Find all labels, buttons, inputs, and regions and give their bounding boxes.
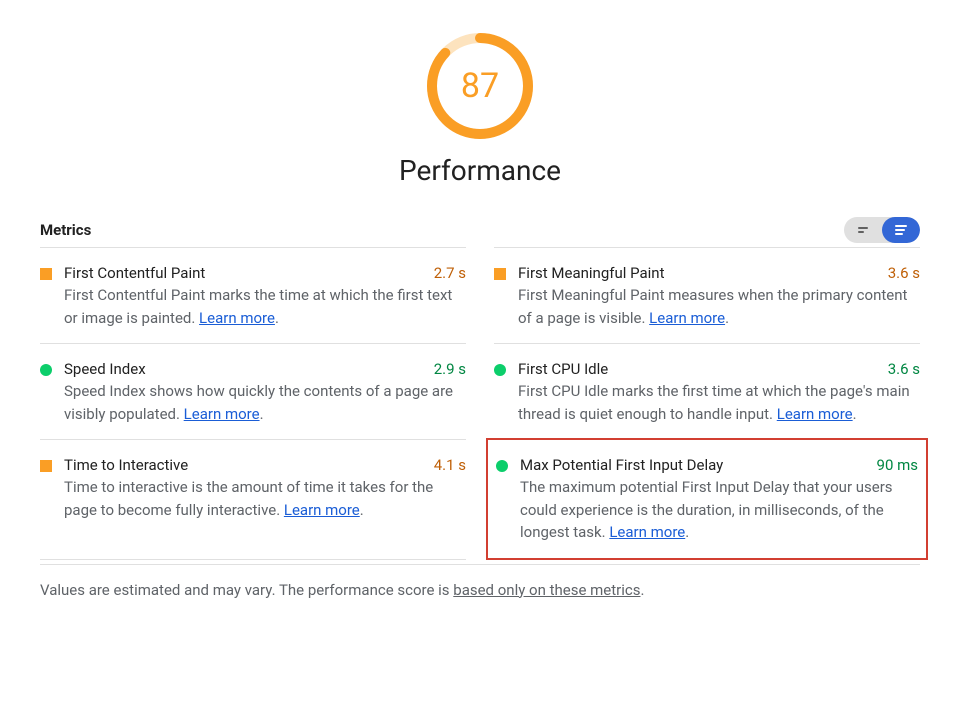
- view-compact-button[interactable]: [844, 217, 882, 243]
- metric-body: First Meaningful Paint 3.6 s First Meaning…: [518, 264, 920, 329]
- metric-card: First Contentful Paint 2.7 s First Content…: [40, 247, 466, 343]
- learn-more-link[interactable]: Learn more: [609, 523, 685, 541]
- metric-description: Time to interactive is the amount of tim…: [64, 476, 466, 521]
- footer-suffix: .: [640, 581, 644, 599]
- metric-card: Max Potential First Input Delay 90 ms The …: [486, 438, 928, 560]
- status-average-icon: [494, 268, 506, 280]
- metric-description: First CPU Idle marks the first time at w…: [518, 380, 920, 425]
- gauge-title: Performance: [399, 154, 561, 187]
- metric-title: Time to Interactive: [64, 456, 188, 474]
- metric-body: Max Potential First Input Delay 90 ms The …: [520, 456, 918, 544]
- metric-body: First Contentful Paint 2.7 s First Content…: [64, 264, 466, 329]
- metric-value: 3.6 s: [888, 264, 920, 282]
- metric-body: First CPU Idle 3.6 s First CPU Idle marks …: [518, 360, 920, 425]
- performance-gauge: 87 Performance: [40, 30, 920, 187]
- metric-card: First CPU Idle 3.6 s First CPU Idle marks …: [494, 343, 920, 439]
- learn-more-link[interactable]: Learn more: [284, 501, 360, 519]
- metric-description: The maximum potential First Input Delay …: [520, 476, 918, 544]
- metric-title: First CPU Idle: [518, 360, 608, 378]
- status-good-icon: [40, 364, 52, 376]
- metric-body: Time to Interactive 4.1 s Time to interact…: [64, 456, 466, 545]
- metric-title: Max Potential First Input Delay: [520, 456, 723, 474]
- view-toggle: [844, 217, 920, 243]
- learn-more-link[interactable]: Learn more: [777, 405, 853, 423]
- metric-value: 90 ms: [877, 456, 918, 474]
- status-average-icon: [40, 460, 52, 472]
- compact-lines-icon: [858, 227, 868, 233]
- metric-description: First Contentful Paint marks the time at…: [64, 284, 466, 329]
- status-good-icon: [494, 364, 506, 376]
- learn-more-link[interactable]: Learn more: [184, 405, 260, 423]
- metric-value: 2.7 s: [434, 264, 466, 282]
- metric-title: First Contentful Paint: [64, 264, 205, 282]
- gauge-score: 87: [424, 30, 536, 142]
- gauge-circle: 87: [424, 30, 536, 142]
- detailed-lines-icon: [895, 225, 907, 235]
- footer-link[interactable]: based only on these metrics: [453, 581, 640, 599]
- metric-description: First Meaningful Paint measures when the…: [518, 284, 920, 329]
- status-good-icon: [496, 460, 508, 472]
- metric-card: Speed Index 2.9 s Speed Index shows how qu…: [40, 343, 466, 439]
- view-detailed-button[interactable]: [882, 217, 920, 243]
- status-average-icon: [40, 268, 52, 280]
- metric-title: First Meaningful Paint: [518, 264, 664, 282]
- metric-body: Speed Index 2.9 s Speed Index shows how qu…: [64, 360, 466, 425]
- metric-value: 3.6 s: [888, 360, 920, 378]
- learn-more-link[interactable]: Learn more: [199, 309, 275, 327]
- metric-description: Speed Index shows how quickly the conten…: [64, 380, 466, 425]
- metric-title: Speed Index: [64, 360, 146, 378]
- metric-card: First Meaningful Paint 3.6 s First Meaning…: [494, 247, 920, 343]
- metric-card: Time to Interactive 4.1 s Time to interact…: [40, 439, 466, 560]
- metric-value: 2.9 s: [434, 360, 466, 378]
- learn-more-link[interactable]: Learn more: [649, 309, 725, 327]
- metrics-heading: Metrics: [40, 221, 91, 239]
- metric-value: 4.1 s: [434, 456, 466, 474]
- metrics-header: Metrics: [40, 217, 920, 243]
- footer-prefix: Values are estimated and may vary. The p…: [40, 581, 453, 599]
- metrics-grid: First Contentful Paint 2.7 s First Content…: [40, 247, 920, 560]
- footer-note: Values are estimated and may vary. The p…: [40, 564, 920, 599]
